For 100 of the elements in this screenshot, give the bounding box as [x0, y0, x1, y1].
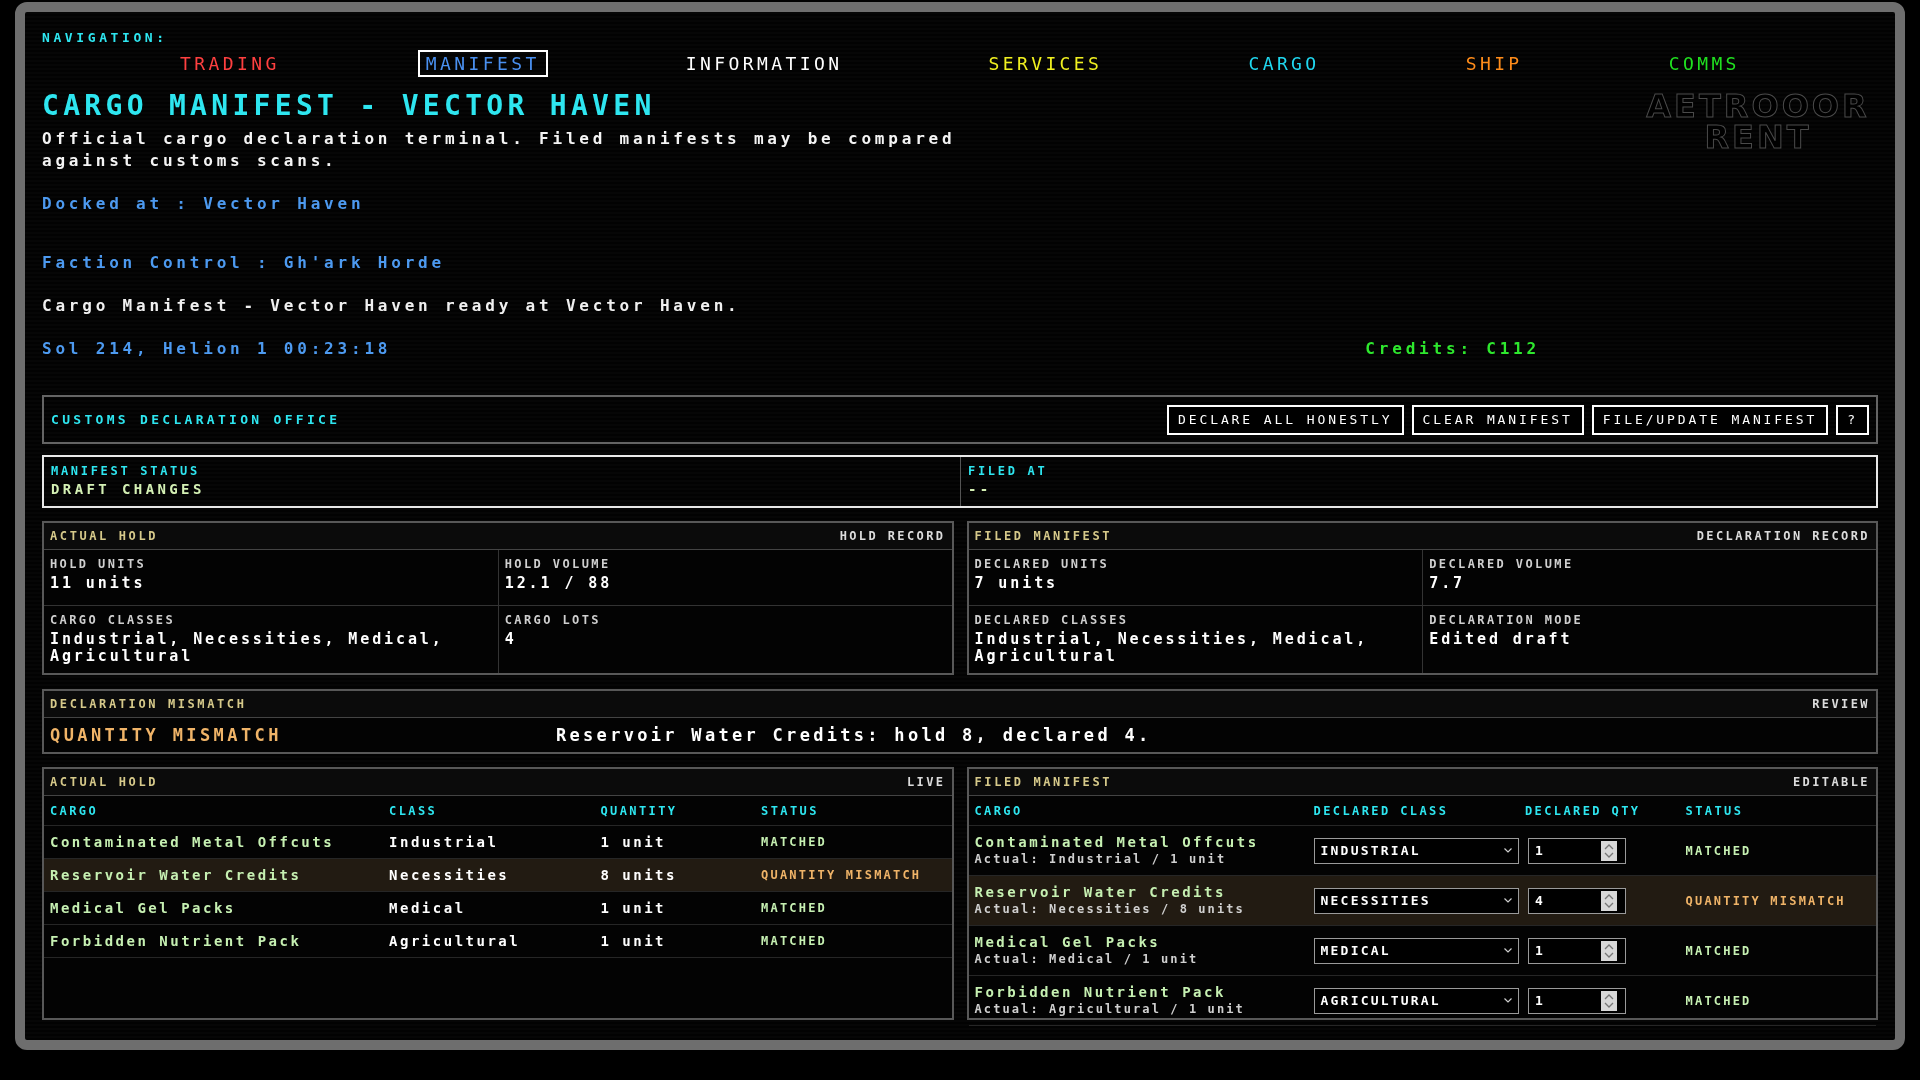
quantity-input[interactable]: 4	[1527, 887, 1626, 914]
cargo-name: Medical Gel Packs	[974, 933, 1161, 951]
status-label: MANIFEST STATUS	[51, 463, 200, 479]
page-title: CARGO MANIFEST - VECTOR HAVEN	[42, 89, 656, 123]
column-header: DECLARED QTY	[1523, 803, 1641, 818]
field-value: 7 units	[974, 575, 1058, 592]
action-button[interactable]: DECLARE ALL HONESTLY	[1167, 404, 1404, 435]
field-label: DECLARED CLASSES	[974, 612, 1129, 628]
field-value: Industrial, Necessities, Medical, Agricultural	[50, 631, 445, 665]
cargo-name: Contaminated Metal Offcuts	[974, 833, 1259, 851]
quantity-input[interactable]: 1	[1527, 987, 1626, 1014]
panel-title: FILED MANIFEST	[974, 775, 1113, 789]
faction-control-text: Faction Control : Gh'ark Horde	[42, 252, 445, 274]
field-label: HOLD VOLUME	[504, 556, 611, 572]
spinner-icon[interactable]	[1600, 940, 1617, 961]
nav-tab[interactable]: SERVICES	[980, 50, 1111, 77]
class-select[interactable]: NECESSITIES	[1313, 887, 1519, 914]
nav-tab[interactable]: INFORMATION	[677, 50, 851, 77]
quantity-input[interactable]: 1	[1527, 937, 1626, 964]
panel-title: DECLARATION MISMATCH	[50, 697, 247, 711]
status-text: MATCHED	[1684, 943, 1752, 958]
panel-tag: EDITABLE	[1793, 775, 1870, 789]
panel-title: ACTUAL HOLD	[50, 775, 159, 789]
field-value: Industrial, Necessities, Medical, Agricultural	[974, 631, 1370, 665]
cargo-name: Reservoir Water Credits	[974, 883, 1226, 901]
help-button[interactable]: ?	[1836, 404, 1869, 435]
nav-tab[interactable]: SHIP	[1457, 50, 1531, 77]
action-button[interactable]: CLEAR MANIFEST	[1411, 404, 1584, 435]
field-value: 12.1 / 88	[504, 575, 613, 592]
field-label: HOLD UNITS	[50, 556, 147, 572]
panel-tag: LIVE	[907, 775, 946, 789]
field-label: DECLARATION MODE	[1429, 612, 1584, 628]
column-header: CARGO	[973, 803, 1023, 818]
caret-icon	[1503, 998, 1512, 1003]
column-header: QUANTITY	[599, 803, 678, 818]
date-time-text: Sol 214, Helion 1 00:23:18	[42, 338, 392, 360]
cargo-class: Medical	[388, 900, 466, 916]
column-header: CLASS	[388, 803, 438, 818]
nav-tab[interactable]: CARGO	[1240, 50, 1328, 77]
status-label: FILED AT	[968, 463, 1048, 479]
class-select[interactable]: MEDICAL	[1313, 937, 1519, 964]
actual-summary: Actual: Medical / 1 unit	[974, 950, 1199, 968]
status-value: DRAFT CHANGES	[51, 480, 205, 499]
status-text: MATCHED	[760, 901, 827, 915]
nav-tab[interactable]: TRADING	[172, 50, 288, 77]
field-value: 7.7	[1429, 575, 1466, 592]
actual-summary: Actual: Agricultural / 1 unit	[974, 1000, 1245, 1018]
logo-text: AETROOOR RENT	[1645, 91, 1871, 153]
column-header: CARGO	[49, 803, 99, 818]
status-text: MATCHED	[760, 835, 827, 849]
status-text: QUANTITY MISMATCH	[760, 868, 922, 882]
credits-text: Credits: C112	[1365, 338, 1540, 360]
field-label: DECLARED UNITS	[974, 556, 1110, 572]
status-text: MATCHED	[760, 934, 827, 948]
status-text: MATCHED	[1684, 843, 1752, 858]
panel-tag: HOLD RECORD	[839, 529, 946, 543]
caret-icon	[1503, 898, 1512, 903]
mismatch-type: QUANTITY MISMATCH	[50, 725, 282, 745]
mismatch-message: Reservoir Water Credits: hold 8, declared 4.	[556, 725, 1152, 745]
description-text: Official cargo declaration terminal. Filed manifests may be compared against customs scans.	[42, 128, 957, 172]
status-text: QUANTITY MISMATCH	[1684, 893, 1846, 908]
field-label: DECLARED VOLUME	[1429, 556, 1574, 572]
cargo-class: Agricultural	[388, 933, 521, 949]
field-label: CARGO LOTS	[504, 612, 601, 628]
quantity-text: 8 units	[599, 867, 677, 883]
quantity-text: 1 unit	[599, 900, 667, 916]
column-header: DECLARED CLASS	[1312, 803, 1449, 818]
spinner-icon[interactable]	[1600, 840, 1617, 861]
status-value: --	[968, 480, 992, 499]
cargo-name: Medical Gel Packs	[49, 899, 236, 917]
docked-location-text: Docked at : Vector Haven	[42, 193, 365, 215]
spinner-icon[interactable]	[1600, 890, 1617, 911]
panel-tag: DECLARATION RECORD	[1696, 529, 1870, 543]
status-message: Cargo Manifest - Vector Haven ready at Vector Haven.	[42, 295, 741, 317]
panel-tag: REVIEW	[1812, 697, 1870, 711]
panel-title: FILED MANIFEST	[974, 529, 1113, 543]
action-button[interactable]: FILE/UPDATE MANIFEST	[1591, 404, 1829, 435]
field-value: 11 units	[50, 575, 146, 592]
actual-summary: Actual: Industrial / 1 unit	[974, 850, 1227, 868]
class-select[interactable]: INDUSTRIAL	[1313, 837, 1519, 864]
spinner-icon[interactable]	[1600, 990, 1617, 1011]
cargo-name: Contaminated Metal Offcuts	[49, 833, 335, 851]
caret-icon	[1503, 848, 1512, 853]
quantity-text: 1 unit	[599, 933, 667, 949]
nav-tab[interactable]: MANIFEST	[417, 50, 548, 77]
column-header: STATUS	[760, 803, 819, 818]
column-header: STATUS	[1684, 803, 1744, 818]
nav-tab[interactable]: COMMS	[1660, 50, 1748, 77]
cargo-class: Necessities	[388, 867, 510, 883]
quantity-text: 1 unit	[599, 834, 667, 850]
cargo-name: Forbidden Nutrient Pack	[49, 932, 302, 950]
cargo-class: Industrial	[388, 834, 499, 850]
quantity-input[interactable]: 1	[1527, 837, 1626, 864]
panel-title: ACTUAL HOLD	[50, 529, 159, 543]
status-text: MATCHED	[1684, 993, 1752, 1008]
actual-summary: Actual: Necessities / 8 units	[974, 900, 1245, 918]
caret-icon	[1503, 948, 1512, 953]
class-select[interactable]: AGRICULTURAL	[1313, 987, 1519, 1014]
cargo-name: Reservoir Water Credits	[49, 866, 302, 884]
navigation-label: NAVIGATION:	[42, 30, 168, 46]
